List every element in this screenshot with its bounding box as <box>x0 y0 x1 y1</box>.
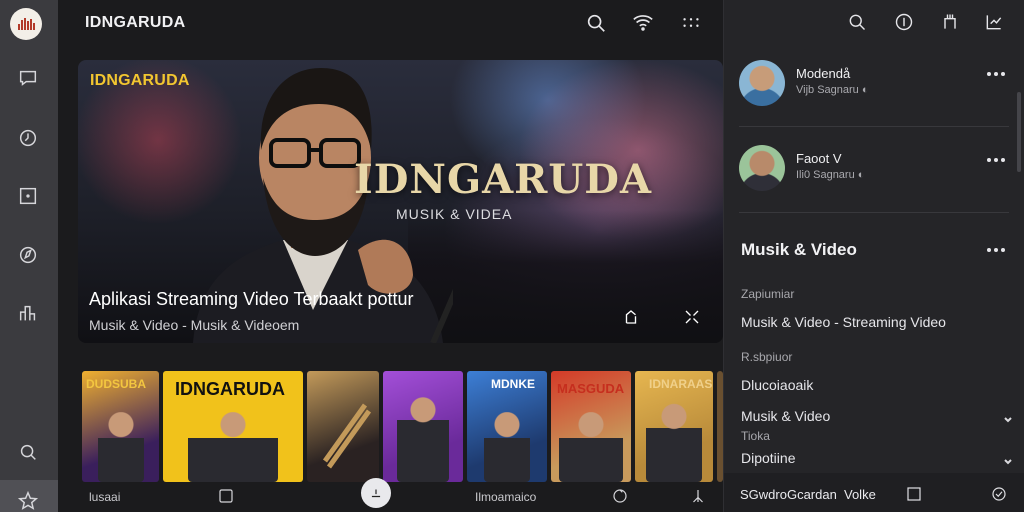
thumbnail-title: MDNKE <box>491 377 535 391</box>
crowd-silhouette <box>408 210 723 343</box>
media-icon[interactable] <box>14 182 42 210</box>
upload-icon[interactable] <box>361 478 391 508</box>
bottom-action-left[interactable]: SGwdroGcardan <box>740 487 837 502</box>
performer-figure <box>188 412 278 482</box>
garuda-logo-icon[interactable] <box>10 8 42 40</box>
setting-label: Zapiumiar <box>741 287 795 301</box>
share-icon[interactable] <box>618 304 644 330</box>
divider <box>739 212 1009 213</box>
navigation-rail <box>0 0 58 512</box>
more-options-icon[interactable] <box>985 156 1007 164</box>
section-title: Musik & Video <box>741 240 857 259</box>
user-row[interactable]: Faoot V Ili0 Sagnaru ◐ <box>724 145 1024 215</box>
bottom-action-right[interactable]: Volke <box>844 487 876 502</box>
stats-icon[interactable] <box>14 299 42 327</box>
expand-icon[interactable] <box>687 485 709 507</box>
compass-icon[interactable] <box>14 241 42 269</box>
dropdown-select[interactable]: Dipotiine <box>741 450 795 466</box>
chart-icon[interactable] <box>982 10 1006 34</box>
wifi-icon[interactable] <box>630 10 656 36</box>
saxophone-icon <box>322 403 372 469</box>
more-options-icon[interactable] <box>985 246 1007 254</box>
video-thumbnail[interactable] <box>307 371 379 482</box>
square-icon[interactable] <box>215 485 237 507</box>
video-thumbnail[interactable]: DUDSUBA <box>82 371 159 482</box>
side-panel: Modendå Vijb Sagnaru ◐ Faoot V Ili0 Sagn… <box>723 0 1024 512</box>
chevron-down-icon[interactable] <box>1003 412 1013 423</box>
hero-subtitle: Musik & Video - Musik & Videoem <box>89 317 300 333</box>
setting-label: Tioka <box>741 429 770 443</box>
more-options-icon[interactable] <box>985 70 1007 78</box>
star-icon[interactable] <box>14 490 42 512</box>
performer-figure <box>484 412 530 482</box>
top-bar: IDNGARUDA <box>58 0 723 46</box>
search-icon[interactable] <box>845 10 869 34</box>
avatar <box>739 145 785 191</box>
user-name: Faoot V <box>796 151 842 166</box>
video-thumbnail[interactable] <box>383 371 463 482</box>
history-icon[interactable] <box>14 124 42 152</box>
settings-icon[interactable] <box>988 483 1010 505</box>
performer-figure <box>559 412 623 482</box>
hero-brand-title: IDNGARUDA <box>354 156 653 203</box>
user-meta: Ili0 Sagnaru ◐ <box>796 169 865 181</box>
info-icon[interactable] <box>892 10 916 34</box>
thumbnail-strip: DUDSUBA IDNGARUDA MDNKE MASGUDA IDNARAAS <box>82 371 723 483</box>
chat-icon[interactable] <box>14 64 42 92</box>
video-thumbnail[interactable]: MDNKE <box>467 371 547 482</box>
main-content: IDNGARUDA IDNGARUDA IDNGARUDA MUSIK & VI… <box>58 0 723 512</box>
search-icon[interactable] <box>583 10 609 36</box>
hero-tagline: MUSIK & VIDEA <box>396 206 513 222</box>
app-title: IDNGARUDA <box>85 14 186 31</box>
panel-bottom-bar: SGwdroGcardan Volke <box>724 473 1024 512</box>
performer-figure <box>397 394 449 482</box>
grid-icon[interactable] <box>678 10 704 36</box>
hero-logo-text: IDNGARUDA <box>90 72 190 89</box>
user-meta: Vijb Sagnaru ◐ <box>796 84 869 96</box>
chevron-down-icon[interactable] <box>1003 454 1013 465</box>
video-thumbnail[interactable]: IDNGARUDA <box>163 371 303 482</box>
thumbnail-title: DUDSUBA <box>86 377 146 391</box>
divider <box>739 126 1009 127</box>
video-thumbnail[interactable]: MASGUDA <box>551 371 631 482</box>
thumbnail-title: IDNGARUDA <box>175 379 285 399</box>
dropdown-select[interactable]: Musik & Video <box>741 408 830 424</box>
setting-value[interactable]: Dlucoiaoaik <box>741 377 813 393</box>
sync-icon[interactable] <box>609 485 631 507</box>
logo-bars <box>17 18 35 30</box>
thumbnail-title: MASGUDA <box>557 381 625 396</box>
expand-icon[interactable] <box>679 304 705 330</box>
avatar <box>739 60 785 106</box>
setting-value[interactable]: Musik & Video - Streaming Video <box>741 314 946 330</box>
performer-figure <box>97 412 144 482</box>
thumbnail-title: IDNARAAS <box>649 377 713 391</box>
bottom-label-left[interactable]: lusaai <box>89 490 120 504</box>
hero-headline: Aplikasi Streaming Video Terbaakt pottur <box>89 289 414 309</box>
bottom-label-mid[interactable]: Ilmoamaico <box>475 490 536 504</box>
performer-figure <box>646 402 702 482</box>
search-icon[interactable] <box>14 438 42 466</box>
user-row[interactable]: Modendå Vijb Sagnaru ◐ <box>724 60 1024 130</box>
setting-label: R.sbpiuor <box>741 350 793 364</box>
video-thumbnail[interactable]: IDNARAAS <box>635 371 713 482</box>
bookmark-icon[interactable] <box>938 10 962 34</box>
scrollbar[interactable] <box>1017 92 1021 172</box>
square-icon[interactable] <box>903 483 925 505</box>
user-name: Modendå <box>796 66 851 81</box>
hero-banner[interactable]: IDNGARUDA IDNGARUDA MUSIK & VIDEA Aplika… <box>78 60 723 343</box>
